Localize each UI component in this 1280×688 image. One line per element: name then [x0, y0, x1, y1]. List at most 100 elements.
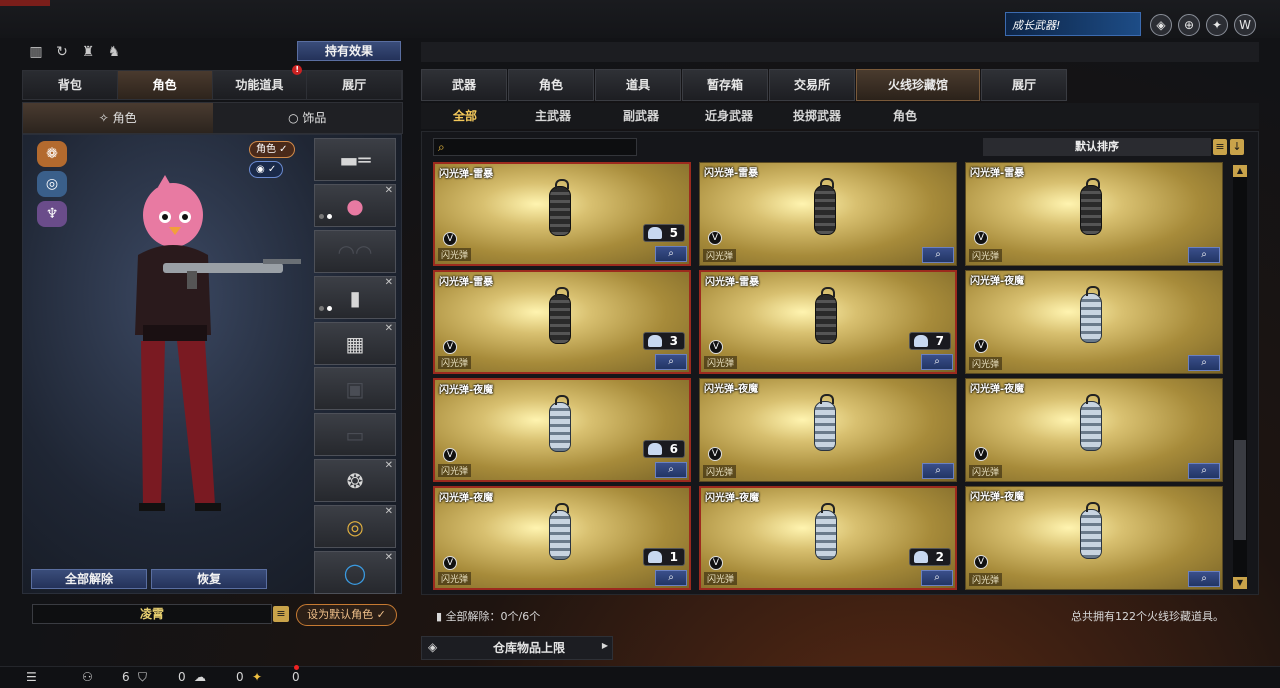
chat-icon[interactable]: ☁ [194, 670, 206, 684]
category-head-icon[interactable]: ❁ [37, 141, 67, 167]
hold-effect-button[interactable]: 持有效果 [297, 41, 401, 61]
stats-icon[interactable]: ▥ [26, 42, 46, 62]
restore-button[interactable]: 恢复 [151, 569, 267, 589]
subtab-primary[interactable]: 主武器 [509, 103, 597, 129]
tab-roles[interactable]: 角色 [508, 69, 594, 101]
settings-icon[interactable]: ✦ [1206, 14, 1228, 36]
grenade-icon [1080, 178, 1102, 235]
figure-icon[interactable]: ♜ [78, 42, 98, 62]
status-bar: ☰ ⚇ 6 ⛉ 0 ☁ 0 ✦ 0 [0, 665, 1280, 688]
tab-showroom[interactable]: 展厅 [307, 71, 402, 99]
slot-empty[interactable]: ▭ [314, 413, 396, 457]
item-card[interactable]: 闪光弹-夜魔 V 闪光弹 ⌕ [965, 486, 1223, 590]
item-card[interactable]: 闪光弹-雷暴 V 闪光弹 ⌕ [699, 162, 957, 266]
character-name-field[interactable]: 凌霄 [32, 604, 272, 624]
item-title: 闪光弹-雷暴 [705, 277, 760, 288]
warehouse-limit-button[interactable]: ◈ 仓库物品上限 ▶ [421, 636, 613, 660]
tab-backpack[interactable]: 背包 [23, 71, 118, 99]
subtab-role[interactable]: 角色 [861, 103, 949, 129]
rifle-icon: ▬═ [339, 148, 371, 172]
item-type: 闪光弹 [704, 572, 738, 585]
zoom-button[interactable]: ⌕ [655, 246, 687, 262]
subtab-throwable[interactable]: 投掷武器 [773, 103, 861, 129]
scroll-down-icon[interactable]: ▼ [1233, 577, 1247, 589]
subtab-character[interactable]: ✧ 角色 [23, 103, 213, 133]
scroll-up-icon[interactable]: ▲ [1233, 165, 1247, 177]
zoom-button[interactable]: ⌕ [1188, 463, 1220, 479]
gift-icon[interactable]: ✦ [252, 670, 262, 684]
item-card[interactable]: 闪光弹-雷暴 V 闪光弹 7 ⌕ [699, 270, 957, 374]
zoom-button[interactable]: ⌕ [922, 247, 954, 263]
item-type: 闪光弹 [969, 357, 1003, 370]
category-eyewear-icon[interactable]: ◎ [37, 171, 67, 197]
item-card[interactable]: 闪光弹-夜魔 V 闪光弹 ⌕ [965, 378, 1223, 482]
shield-icon[interactable]: ◈ [1150, 14, 1172, 36]
zoom-button[interactable]: ⌕ [921, 570, 953, 586]
search-input[interactable]: ⌕ [433, 138, 637, 156]
slot-bracelet[interactable]: ✕ ◯ [314, 551, 396, 595]
item-card[interactable]: 闪光弹-雷暴 V 闪光弹 5 ⌕ [433, 162, 691, 266]
zoom-button[interactable]: ⌕ [655, 570, 687, 586]
tab-showroom-right[interactable]: 展厅 [981, 69, 1067, 101]
set-default-character-button[interactable]: 设为默认角色 ✓ [296, 604, 397, 626]
slot-vest[interactable]: ▣ [314, 367, 396, 411]
zoom-button[interactable]: ⌕ [921, 354, 953, 370]
slot-ring-2[interactable]: ✕ ◎ [314, 505, 396, 549]
category-back-icon[interactable]: ♆ [37, 201, 67, 227]
rank-icon[interactable]: W [1234, 14, 1256, 36]
sort-down-icon[interactable]: ↓ [1230, 139, 1244, 155]
tab-collection-hall[interactable]: 火线珍藏馆 [856, 69, 980, 101]
role-badge[interactable]: 角色 ✓ [249, 141, 295, 158]
item-title: 闪光弹-雷暴 [970, 168, 1025, 179]
tab-storage[interactable]: 暂存箱 [682, 69, 768, 101]
item-card[interactable]: 闪光弹-夜魔 V 闪光弹 6 ⌕ [433, 378, 691, 482]
slot-ring-1[interactable]: ✕ ❂ [314, 459, 396, 503]
list-icon[interactable]: ≡ [1213, 139, 1227, 155]
backpack-icon: ▦ [345, 331, 365, 356]
slot-head[interactable]: ✕ ● [314, 183, 396, 227]
team-icon[interactable]: ⚇ [82, 670, 93, 684]
subtab-melee[interactable]: 近身武器 [685, 103, 773, 129]
slot-weapon[interactable]: ▬═ [314, 138, 396, 181]
sort-dropdown[interactable]: 默认排序 [983, 138, 1211, 156]
scrollbar[interactable]: ▲ ▼ [1233, 165, 1247, 589]
v-badge-icon: V [974, 555, 988, 569]
zoom-button[interactable]: ⌕ [1188, 247, 1220, 263]
subtab-secondary[interactable]: 副武器 [597, 103, 685, 129]
scroll-thumb[interactable] [1234, 440, 1246, 540]
zoom-button[interactable]: ⌕ [1188, 355, 1220, 371]
slot-backpack[interactable]: ✕ ▦ [314, 321, 396, 365]
tab-function-items[interactable]: 功能道具 ! [212, 65, 308, 99]
zoom-button[interactable]: ⌕ [655, 354, 687, 370]
item-card[interactable]: 闪光弹-夜魔 V 闪光弹 1 ⌕ [433, 486, 691, 590]
tab-weapons[interactable]: 武器 [421, 69, 507, 101]
zoom-button[interactable]: ⌕ [1188, 571, 1220, 587]
quantity-value: 1 [669, 550, 678, 564]
tab-items[interactable]: 道具 [595, 69, 681, 101]
zoom-button[interactable]: ⌕ [655, 462, 687, 478]
item-card[interactable]: 闪光弹-夜魔 V 闪光弹 2 ⌕ [699, 486, 957, 590]
subtab-accessory[interactable]: ○ 饰品 [212, 103, 402, 133]
gold-ring-icon: ◎ [346, 515, 364, 540]
ring-icon: ○ [288, 111, 303, 125]
blank-slot-icon: ▭ [345, 423, 365, 448]
item-card[interactable]: 闪光弹-雷暴 V 闪光弹 3 ⌕ [433, 270, 691, 374]
unequip-count-text: 全部解除：0个/6个 [445, 610, 541, 623]
tab-exchange[interactable]: 交易所 [769, 69, 855, 101]
menu-list-icon[interactable]: ☰ [26, 670, 37, 684]
tab-character[interactable]: 角色 [117, 71, 213, 99]
item-card[interactable]: 闪光弹-夜魔 V 闪光弹 ⌕ [965, 270, 1223, 374]
zoom-button[interactable]: ⌕ [922, 463, 954, 479]
subtab-all[interactable]: 全部 [421, 103, 509, 129]
slot-eyewear[interactable]: ◠◠ [314, 229, 396, 273]
growth-weapon-banner[interactable]: 成长武器! [1005, 12, 1141, 36]
badge-icon[interactable]: ⛉ [138, 670, 147, 685]
pet-icon[interactable]: ♞ [104, 42, 124, 62]
item-card[interactable]: 闪光弹-雷暴 V 闪光弹 ⌕ [965, 162, 1223, 266]
unequip-all-button[interactable]: 全部解除 [31, 569, 147, 589]
slot-radio[interactable]: ✕ ▮ [314, 275, 396, 319]
menu-icon[interactable]: ≡ [273, 606, 289, 622]
target-icon[interactable]: ⊕ [1178, 14, 1200, 36]
item-card[interactable]: 闪光弹-夜魔 V 闪光弹 ⌕ [699, 378, 957, 482]
refresh-icon[interactable]: ↻ [52, 42, 72, 62]
